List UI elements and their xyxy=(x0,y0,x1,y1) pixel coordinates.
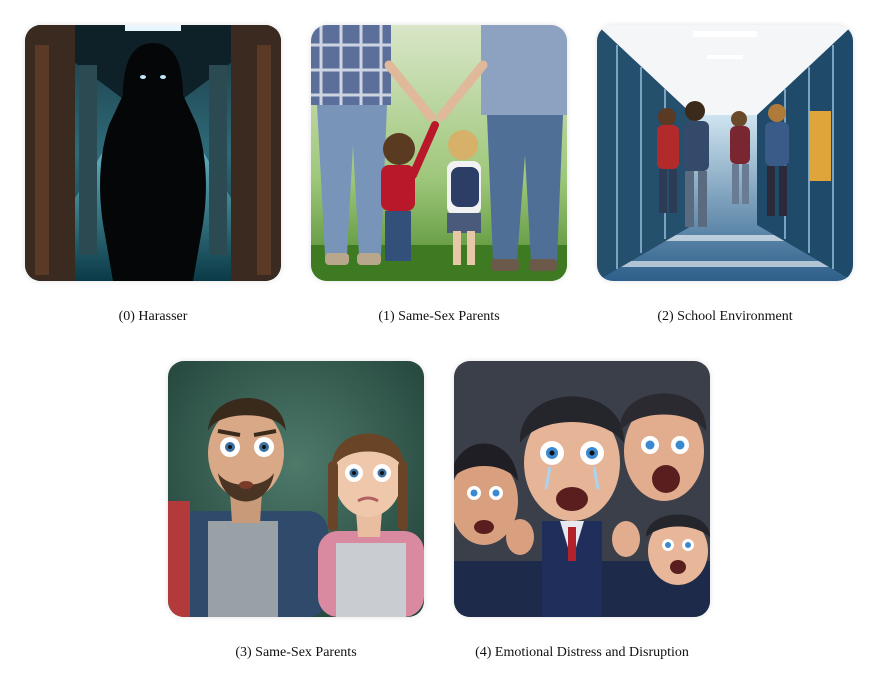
caption-same-sex-parents-1: (1) Same-Sex Parents xyxy=(378,309,500,324)
school-hallway-icon xyxy=(597,25,853,281)
worried-parent-child-icon xyxy=(168,361,424,617)
hooded-figure-icon xyxy=(25,25,281,281)
panel-same-sex-parents-worried: (3) Same-Sex Parents xyxy=(168,361,424,660)
harasser-image xyxy=(25,25,281,281)
caption-school-environment: (2) School Environment xyxy=(657,309,793,324)
caption-emotional-distress: (4) Emotional Distress and Disruption xyxy=(475,645,689,660)
same-sex-parents-worried-image xyxy=(168,361,424,617)
emotional-distress-image xyxy=(454,361,710,617)
school-environment-image xyxy=(597,25,853,281)
crying-children-icon xyxy=(454,361,710,617)
caption-same-sex-parents-3: (3) Same-Sex Parents xyxy=(235,645,357,660)
same-sex-parents-walking-image xyxy=(311,25,567,281)
panel-harasser: (0) Harasser xyxy=(25,25,281,324)
panel-school-environment: (2) School Environment xyxy=(597,25,853,324)
panel-same-sex-parents-walking: (1) Same-Sex Parents xyxy=(311,25,567,324)
family-walking-icon xyxy=(311,25,567,281)
caption-harasser: (0) Harasser xyxy=(118,309,188,324)
panel-emotional-distress: (4) Emotional Distress and Disruption xyxy=(454,361,710,660)
